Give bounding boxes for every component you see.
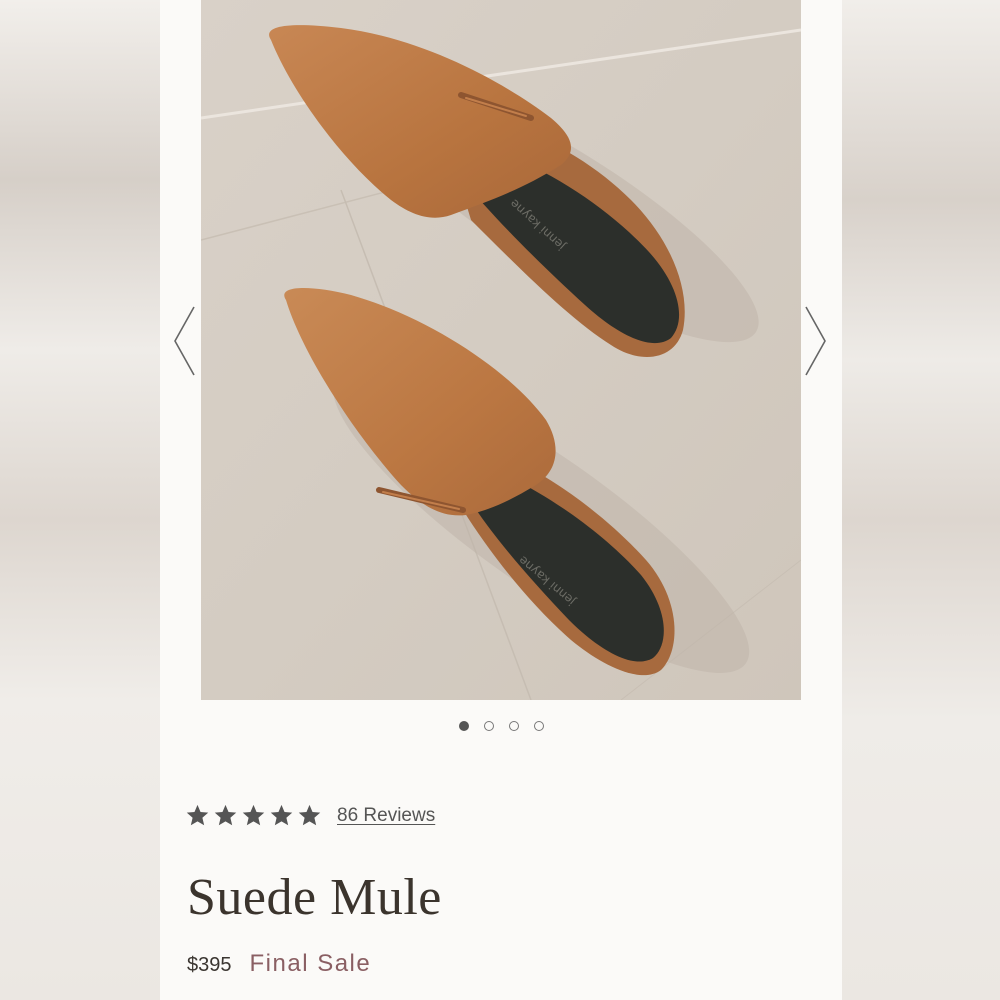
next-image-button[interactable] xyxy=(802,305,828,377)
carousel-dot[interactable] xyxy=(458,721,469,731)
price-row: $395 Final Sale xyxy=(187,950,371,978)
rating-summary: 86 Reviews xyxy=(185,803,435,828)
star-icon xyxy=(298,804,321,826)
product-photo: jenni kayne jenni kayne xyxy=(201,0,801,700)
star-icon xyxy=(186,804,209,826)
product-image[interactable]: jenni kayne jenni kayne xyxy=(201,0,801,700)
product-title: Suede Mule xyxy=(187,869,442,926)
chevron-right-icon xyxy=(805,306,826,376)
backdrop-right xyxy=(842,0,1000,1000)
previous-image-button[interactable] xyxy=(172,305,198,377)
backdrop-left xyxy=(0,0,160,1000)
product-page: jenni kayne jenni kayne 86 Reviews Suede… xyxy=(160,0,842,1000)
carousel-pagination xyxy=(160,721,842,731)
star-icon xyxy=(214,804,237,826)
star-icon xyxy=(242,804,265,826)
star-icon xyxy=(270,804,293,826)
final-sale-label: Final Sale xyxy=(249,950,372,977)
carousel-dot[interactable] xyxy=(508,721,519,731)
product-price: $395 xyxy=(187,954,232,976)
carousel-dot[interactable] xyxy=(533,721,544,731)
carousel-dot[interactable] xyxy=(483,721,494,731)
star-rating xyxy=(185,803,322,828)
reviews-link[interactable]: 86 Reviews xyxy=(337,805,435,827)
chevron-left-icon xyxy=(174,306,195,376)
